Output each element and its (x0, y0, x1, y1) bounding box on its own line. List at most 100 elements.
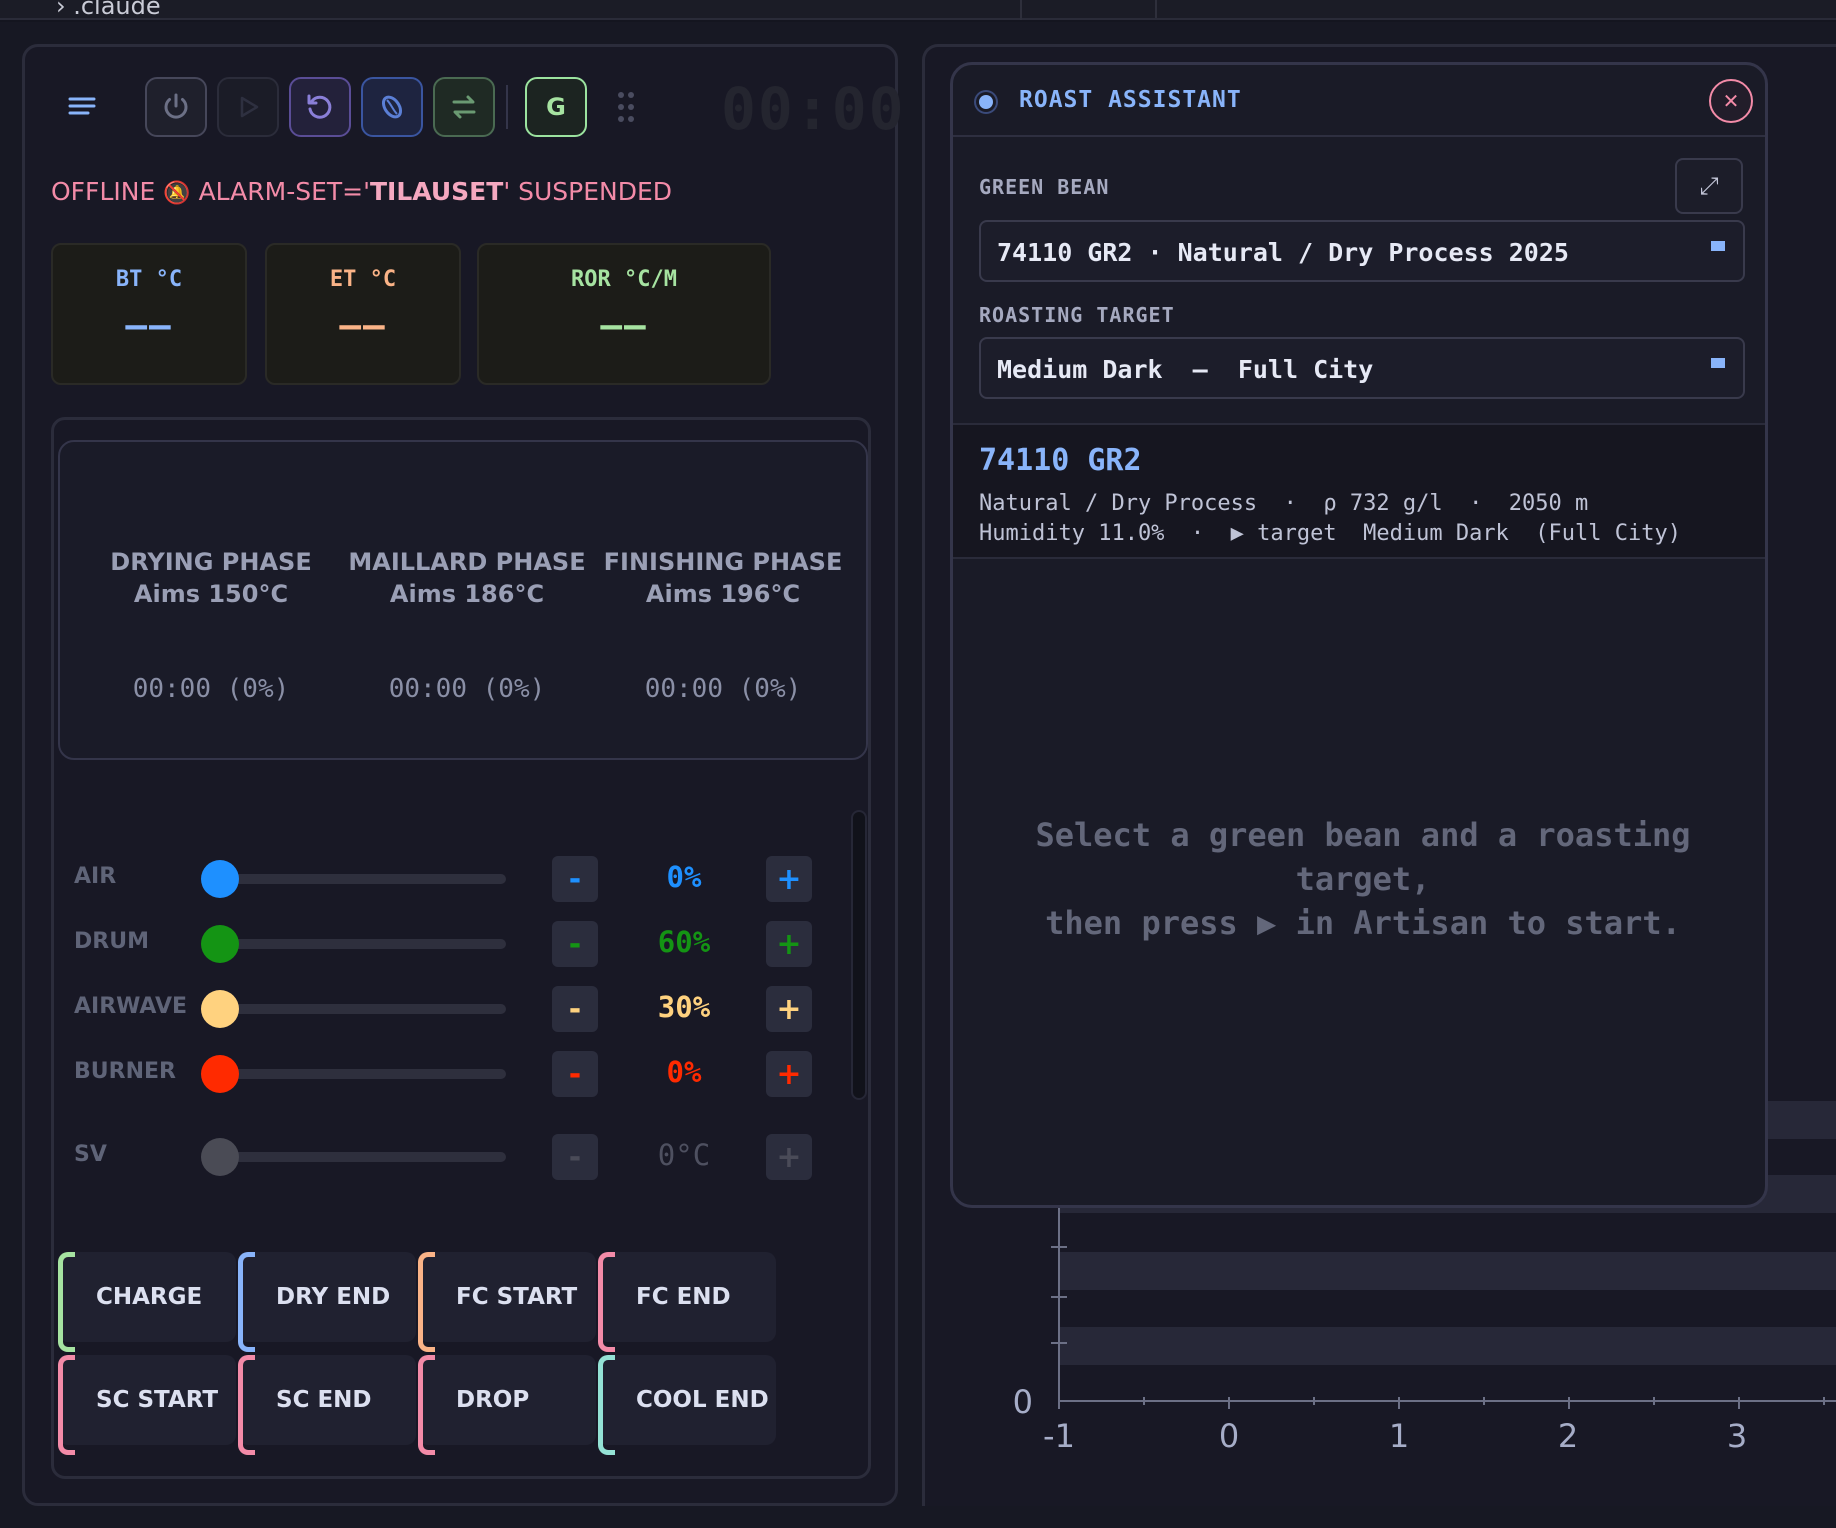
expand-button[interactable]: ⤢ (1675, 158, 1743, 214)
graph-band (1059, 1252, 1836, 1290)
play-icon (240, 96, 259, 118)
event-button-sc-end[interactable]: SC END (238, 1355, 416, 1455)
slider-knob[interactable] (201, 925, 239, 963)
increase-button[interactable]: + (766, 986, 812, 1032)
status-line: OFFLINE 🔕 ALARM-SET='TILAUSET' SUSPENDED (51, 177, 672, 206)
y-tick-label: 0 (1013, 1383, 1033, 1421)
event-button-cool-end[interactable]: COOL END (598, 1355, 776, 1455)
roast-assistant-dialog: ROAST ASSISTANT ✕ GREEN BEAN ⤢ 74110 GR2… (950, 62, 1768, 1208)
slider-track[interactable] (206, 1004, 506, 1014)
slider-track[interactable] (206, 874, 506, 884)
x-tick-label: -1 (1043, 1417, 1075, 1455)
increase-button[interactable]: + (766, 921, 812, 967)
phase-time: 00:00 (0%) (388, 674, 546, 704)
controls-section: DRYING PHASE Aims 150°C 00:00 (0%) MAILL… (51, 417, 871, 1479)
offline-status: OFFLINE (51, 177, 156, 206)
event-button-dry-end[interactable]: DRY END (238, 1252, 416, 1352)
reset-button[interactable] (289, 77, 351, 137)
dropdown-indicator-icon (1711, 241, 1725, 251)
dropdown-indicator-icon (1711, 358, 1725, 368)
increase-button[interactable]: + (766, 1051, 812, 1097)
phase-aim: Aims 186°C (389, 580, 545, 608)
x-tick-label: 3 (1727, 1417, 1747, 1455)
expand-icon: ⤢ (1699, 172, 1719, 200)
bt-value: —— (125, 305, 173, 346)
slider-label: AIRWAVE (74, 994, 188, 1019)
et-gauge: ET °C —— (265, 243, 461, 385)
power-icon (164, 93, 188, 119)
roasting-target-label: ROASTING TARGET (979, 303, 1175, 327)
slider-track[interactable] (206, 1069, 506, 1079)
slider-knob[interactable] (201, 1055, 239, 1093)
event-button-charge[interactable]: CHARGE (58, 1252, 236, 1352)
slider-row-air: AIR - 0% + (54, 848, 854, 908)
close-icon: ✕ (1722, 89, 1740, 113)
drying-phase: DRYING PHASE Aims 150°C 00:00 (0%) (86, 546, 336, 704)
increase-button[interactable]: + (766, 856, 812, 902)
assistant-header: ROAST ASSISTANT ✕ (953, 65, 1765, 137)
ror-value: —— (600, 305, 648, 346)
roasting-target-select[interactable]: Medium Dark – Full City (979, 337, 1745, 399)
bean-info-line: Natural / Dry Process · ρ 732 g/l · 2050… (979, 491, 1589, 516)
slider-value: 30% (657, 990, 711, 1024)
phase-name: MAILLARD PHASE (348, 548, 586, 576)
alarm-suffix: ' SUSPENDED (503, 177, 673, 206)
menu-button[interactable] (51, 77, 113, 137)
slider-track[interactable] (206, 1152, 506, 1162)
drag-handle-icon[interactable] (617, 91, 635, 123)
phase-summary: DRYING PHASE Aims 150°C 00:00 (0%) MAILL… (58, 440, 868, 760)
hamburger-icon (68, 97, 96, 115)
toolbar-divider (506, 85, 508, 129)
decrease-button[interactable]: - (552, 921, 598, 967)
x-tick-label: 0 (1219, 1417, 1239, 1455)
maillard-phase: MAILLARD PHASE Aims 186°C 00:00 (0%) (342, 546, 592, 704)
bean-button[interactable] (361, 77, 423, 137)
phase-aim: Aims 196°C (645, 580, 801, 608)
slider-row-burner: BURNER - 0% + (54, 1043, 854, 1103)
increase-button[interactable]: + (766, 1134, 812, 1180)
bt-gauge: BT °C —— (51, 243, 247, 385)
decrease-button[interactable]: - (552, 856, 598, 902)
message-line: then press ▶ in Artisan to start. (1045, 904, 1681, 942)
bell-muted-icon: 🔕 (163, 181, 191, 206)
folder-breadcrumb[interactable]: › .claude (56, 0, 161, 20)
event-button-sc-start[interactable]: SC START (58, 1355, 236, 1455)
slider-knob[interactable] (201, 1138, 239, 1176)
swap-icon (452, 95, 476, 119)
slider-value: 0% (666, 860, 702, 894)
slider-value: 60% (657, 925, 711, 959)
et-value: —— (339, 305, 387, 346)
ror-label: ROR °C/M (571, 267, 677, 292)
bean-icon (381, 95, 403, 119)
phase-aim: Aims 150°C (133, 580, 289, 608)
slider-row-drum: DRUM - 60% + (54, 913, 854, 973)
decrease-button[interactable]: - (552, 1134, 598, 1180)
control-panel: G 00:00 OFFLINE 🔕 ALARM-SET='TILAUSET' S… (22, 44, 904, 1506)
close-button[interactable]: ✕ (1709, 79, 1753, 123)
phase-time: 00:00 (0%) (132, 674, 290, 704)
top-divider (1155, 0, 1157, 18)
start-button[interactable] (217, 77, 279, 137)
finishing-phase: FINISHING PHASE Aims 196°C 00:00 (0%) (598, 546, 848, 704)
event-button-fc-end[interactable]: FC END (598, 1252, 776, 1352)
slider-knob[interactable] (201, 990, 239, 1028)
slider-row-sv: SV - 0°C + (54, 1126, 854, 1186)
power-button[interactable] (145, 77, 207, 137)
alarm-name: TILAUSET (370, 177, 504, 206)
controls-scrollbar[interactable] (851, 810, 867, 1100)
slider-knob[interactable] (201, 860, 239, 898)
event-button-fc-start[interactable]: FC START (418, 1252, 596, 1352)
slider-label: BURNER (74, 1059, 176, 1084)
event-button-drop[interactable]: DROP (418, 1355, 596, 1455)
roasting-target-value: Medium Dark – Full City (997, 355, 1374, 384)
ror-gauge: ROR °C/M —— (477, 243, 771, 385)
g-button[interactable]: G (525, 77, 587, 137)
decrease-button[interactable]: - (552, 986, 598, 1032)
swap-button[interactable] (433, 77, 495, 137)
bean-info: 74110 GR2 Natural / Dry Process · ρ 732 … (953, 423, 1765, 559)
slider-track[interactable] (206, 939, 506, 949)
message-line: Select a green bean and a roasting targe… (1035, 816, 1691, 898)
slider-label: DRUM (74, 929, 149, 954)
green-bean-select[interactable]: 74110 GR2 · Natural / Dry Process 2025 (979, 220, 1745, 282)
decrease-button[interactable]: - (552, 1051, 598, 1097)
